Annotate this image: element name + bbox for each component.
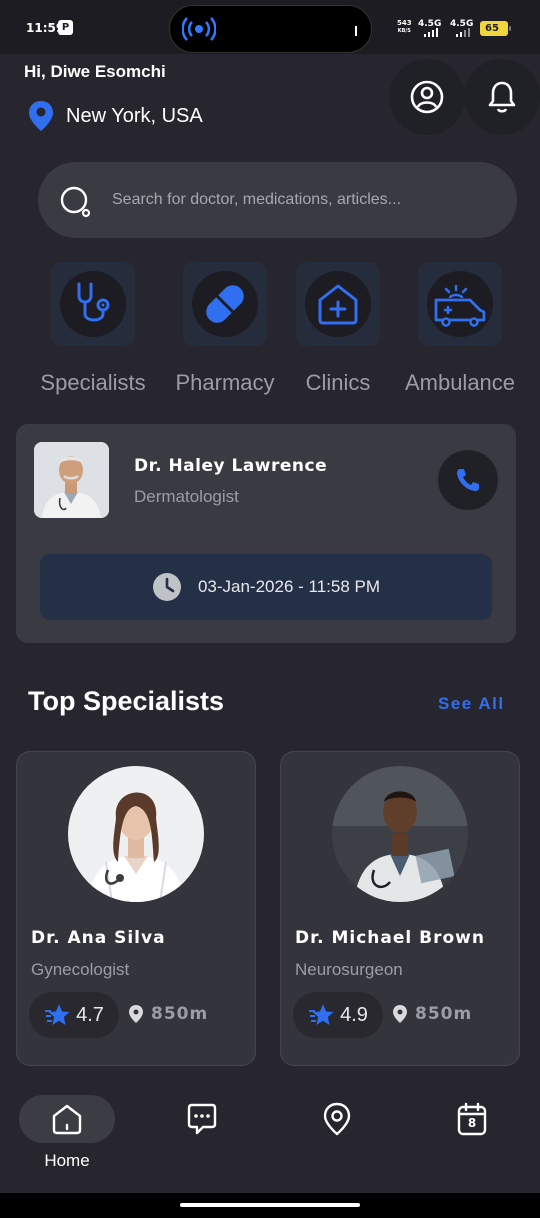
island-indicator <box>355 26 357 36</box>
section-title: Top Specialists <box>28 686 225 716</box>
profile-button[interactable] <box>389 59 465 135</box>
system-home-bar <box>0 1193 540 1218</box>
category-tile <box>418 262 502 346</box>
calendar-icon: 8 <box>456 1102 488 1136</box>
dynamic-island <box>169 5 372 53</box>
chat-icon <box>187 1103 217 1135</box>
rating-badge: 4.7 <box>29 992 119 1038</box>
doctor-avatar <box>332 766 468 902</box>
category-tile <box>296 262 380 346</box>
search-icon <box>60 186 91 218</box>
see-all-link[interactable]: See All <box>438 694 505 714</box>
map-pin-icon <box>323 1102 351 1136</box>
category-label: Specialists <box>40 370 146 395</box>
rating-badge: 4.9 <box>293 992 383 1038</box>
specialist-card[interactable]: Dr. Michael Brown Neurosurgeon 4.9 850m <box>280 751 520 1066</box>
nav-calendar-pill: 8 <box>424 1095 520 1143</box>
category-icon-circle <box>192 271 258 337</box>
profile-icon <box>410 80 444 114</box>
clock-icon <box>152 573 181 601</box>
specialist-specialty: Neurosurgeon <box>295 960 403 979</box>
distance-value: 850m <box>415 1004 473 1024</box>
category-specialists[interactable]: Specialists <box>40 262 146 395</box>
parking-notification-icon: P <box>58 20 73 35</box>
distance-value: 850m <box>151 1004 209 1024</box>
doctor-photo <box>34 442 109 518</box>
rating-value: 4.7 <box>76 1003 104 1026</box>
network-speed-unit: KB/S <box>397 28 411 34</box>
category-label: Pharmacy <box>175 370 275 395</box>
appointment-datetime-text: 03-Jan-2026 - 11:58 PM <box>197 577 381 596</box>
search-bar[interactable] <box>38 162 517 238</box>
nav-messages-pill <box>154 1095 250 1143</box>
location-pin-icon <box>29 101 53 131</box>
specialist-name: Dr. Ana Silva <box>31 928 166 948</box>
star-icon <box>45 1004 70 1025</box>
category-pharmacy[interactable]: Pharmacy <box>175 262 275 395</box>
bell-icon <box>488 81 516 113</box>
star-icon <box>309 1004 334 1025</box>
nav-messages[interactable] <box>154 1095 250 1143</box>
distance-info: 850m <box>393 1004 472 1024</box>
specialist-specialty: Gynecologist <box>31 960 130 979</box>
nav-calendar[interactable]: 8 <box>424 1095 520 1143</box>
signal-bars-2-icon <box>456 28 472 37</box>
location-pin-icon <box>129 1005 143 1023</box>
nav-home[interactable]: Home <box>19 1095 115 1171</box>
home-icon <box>52 1104 82 1135</box>
signal-bars-1-icon <box>424 28 440 37</box>
nav-map[interactable] <box>289 1095 385 1143</box>
category-tile <box>183 262 267 346</box>
battery-indicator: 65 <box>480 21 511 36</box>
specialist-card[interactable]: Dr. Ana Silva Gynecologist 4.7 850m <box>16 751 256 1066</box>
nav-map-pill <box>289 1095 385 1143</box>
rating-value: 4.9 <box>340 1003 368 1026</box>
nav-home-label: Home <box>44 1151 90 1170</box>
category-icon-circle <box>60 271 126 337</box>
phone-icon <box>457 469 479 491</box>
pill-icon <box>206 285 244 323</box>
category-label: Clinics <box>305 370 371 395</box>
category-icon-circle <box>305 271 371 337</box>
search-input[interactable] <box>112 162 492 238</box>
category-label: Ambulance <box>404 370 516 395</box>
appointment-doctor-specialty: Dermatologist <box>134 487 239 506</box>
status-bar: 11:59 P 543 KB/S 4.5G 4.5G 65 <box>0 0 540 54</box>
calendar-day-number: 8 <box>467 1116 477 1130</box>
ambulance-icon <box>434 284 486 327</box>
distance-info: 850m <box>129 1004 208 1024</box>
specialist-name: Dr. Michael Brown <box>295 928 485 948</box>
location-pin-icon <box>393 1005 407 1023</box>
appointment-doctor-name: Dr. Haley Lawrence <box>134 456 328 476</box>
home-indicator[interactable] <box>180 1203 360 1207</box>
notifications-button[interactable] <box>464 59 540 135</box>
doctor-avatar <box>68 766 204 902</box>
appointment-datetime: 03-Jan-2026 - 11:58 PM <box>40 554 492 620</box>
call-button[interactable] <box>438 450 498 510</box>
location-selector[interactable]: New York, USA <box>28 100 203 132</box>
nav-home-pill <box>19 1095 115 1143</box>
bottom-navigation: Home 8 <box>0 1085 540 1193</box>
category-clinics[interactable]: Clinics <box>296 262 380 395</box>
category-ambulance[interactable]: Ambulance <box>405 262 515 395</box>
location-text: New York, USA <box>66 104 203 127</box>
upcoming-appointment-card[interactable]: Dr. Haley Lawrence Dermatologist 03-Jan-… <box>16 424 516 643</box>
stethoscope-icon <box>77 282 110 322</box>
clinic-icon <box>318 284 358 325</box>
greeting-text: Hi, Diwe Esomchi <box>24 62 166 81</box>
network-speed: 543 KB/S <box>397 20 412 35</box>
broadcast-icon <box>182 17 216 41</box>
network-speed-value: 543 <box>397 19 412 27</box>
category-tile <box>51 262 135 346</box>
category-icon-circle <box>427 271 493 337</box>
